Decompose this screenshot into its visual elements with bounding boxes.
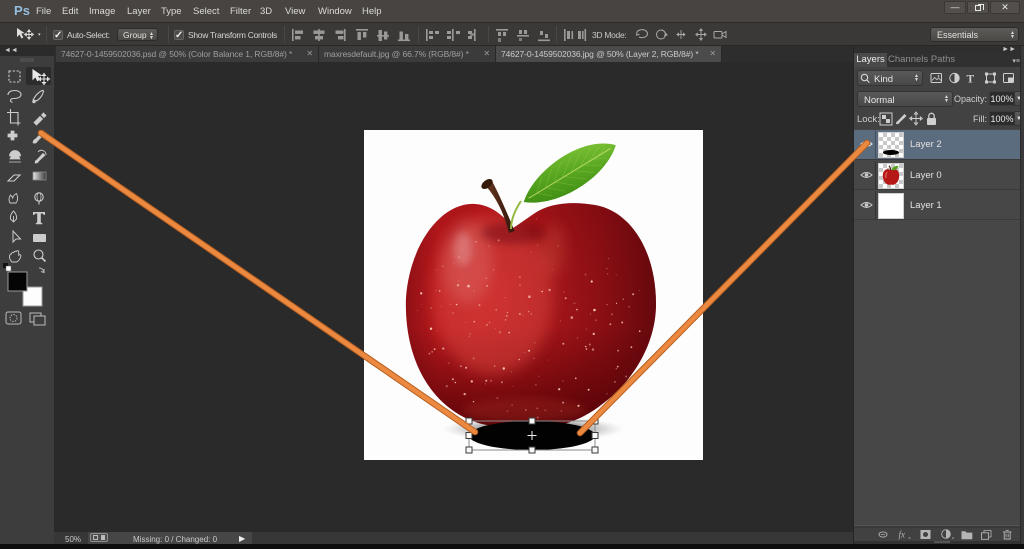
svg-text:fx: fx bbox=[899, 530, 906, 540]
svg-text:T: T bbox=[967, 74, 975, 86]
